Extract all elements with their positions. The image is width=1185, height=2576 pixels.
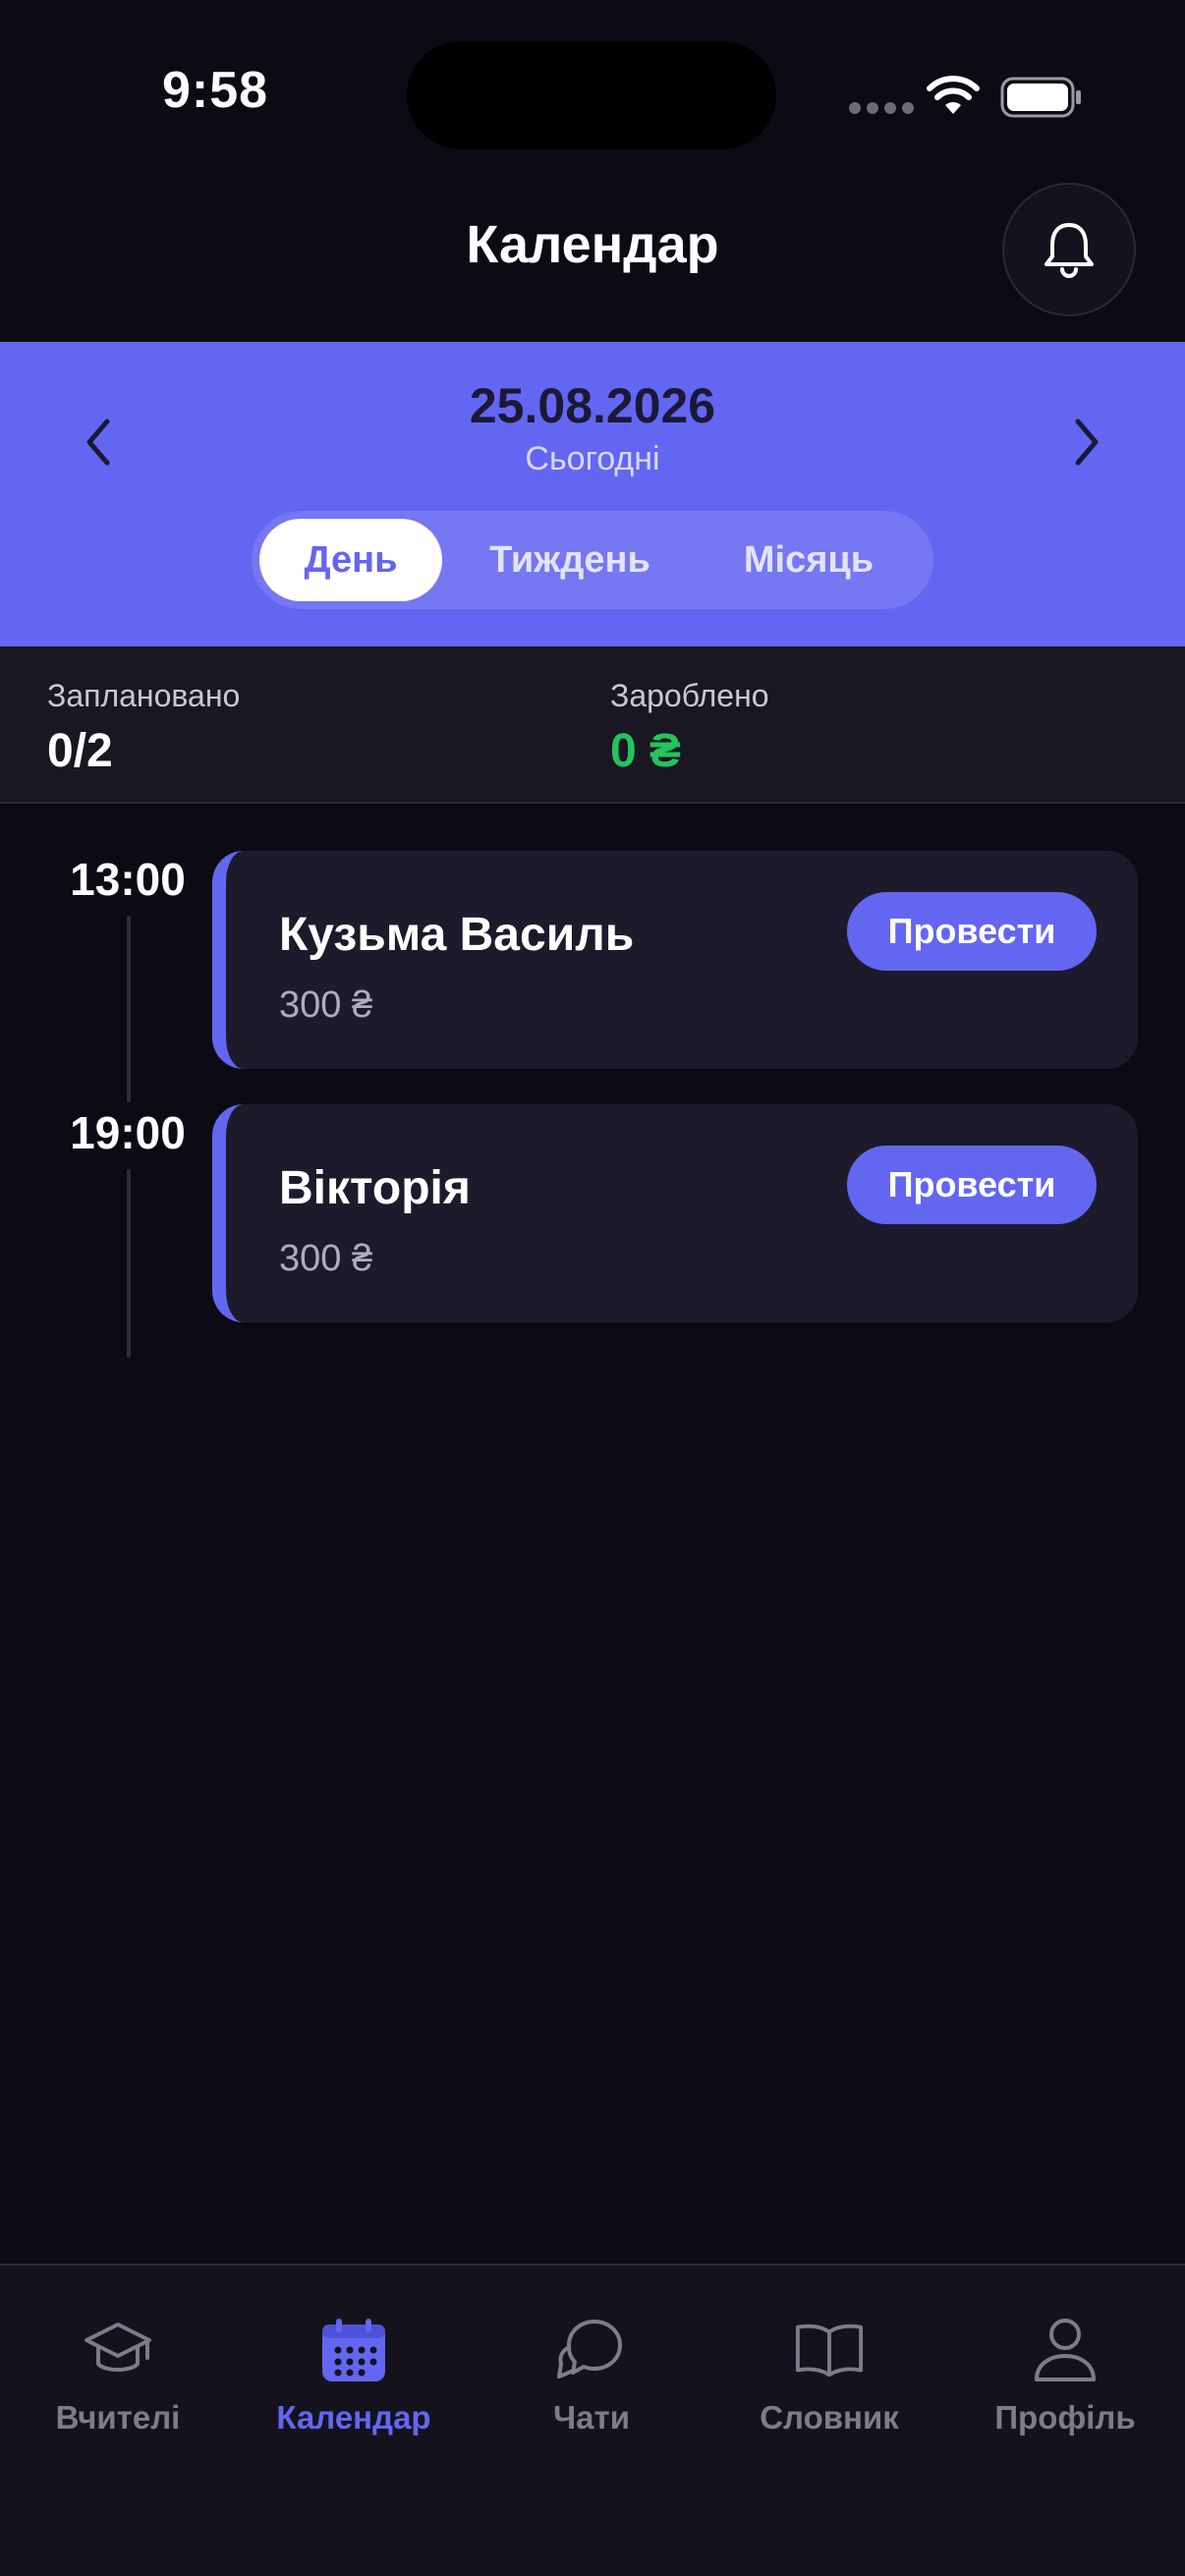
lesson-time: 13:00 xyxy=(70,854,186,905)
lesson-time: 19:00 xyxy=(70,1107,186,1158)
next-day-button[interactable] xyxy=(1047,403,1126,481)
earned-stat: Зароблено 0 ₴ xyxy=(610,678,769,778)
view-tab-day[interactable]: День xyxy=(259,519,442,601)
timeline-line xyxy=(127,916,131,1102)
timeline-line xyxy=(127,1169,131,1358)
lesson-card[interactable]: Вікторія 300 ₴ Провести xyxy=(212,1104,1138,1322)
bell-icon xyxy=(1044,223,1094,278)
book-icon xyxy=(795,2324,864,2378)
calendar-screen: 9:58 Календар 25.08.2026 Сьогодні День Т… xyxy=(0,0,1185,2576)
cellular-signal-icon xyxy=(849,102,914,114)
tab-profile[interactable]: Профіль xyxy=(967,2315,1163,2436)
planned-label: Заплановано xyxy=(47,678,241,713)
battery-icon xyxy=(1000,77,1081,118)
view-switcher: День Тиждень Місяць xyxy=(252,511,933,609)
earned-value: 0 ₴ xyxy=(610,725,682,777)
tab-label: Профіль xyxy=(994,2399,1136,2436)
tab-label: Вчителі xyxy=(55,2399,181,2436)
date-subtitle: Сьогодні xyxy=(525,440,660,477)
conduct-lesson-button[interactable]: Провести xyxy=(847,892,1097,971)
planned-value: 0/2 xyxy=(47,725,113,777)
dynamic-island xyxy=(407,41,776,149)
view-tab-month[interactable]: Місяць xyxy=(698,519,920,601)
chat-bubbles-icon xyxy=(557,2320,622,2379)
user-icon xyxy=(1035,2319,1096,2381)
lesson-price: 300 ₴ xyxy=(279,1238,373,1279)
student-name: Кузьма Василь xyxy=(279,909,635,961)
current-date: 25.08.2026 xyxy=(469,378,716,433)
tab-chats[interactable]: Чати xyxy=(493,2315,690,2436)
tab-label: Чати xyxy=(553,2399,630,2436)
status-time: 9:58 xyxy=(162,62,269,119)
graduation-cap-icon xyxy=(85,2323,151,2372)
tab-calendar[interactable]: Календар xyxy=(255,2315,452,2436)
calendar-icon xyxy=(322,2319,385,2381)
lesson-price: 300 ₴ xyxy=(279,984,373,1026)
chevron-right-icon xyxy=(1075,419,1099,466)
lesson-card[interactable]: Кузьма Василь 300 ₴ Провести xyxy=(212,851,1138,1069)
stats-bar: Заплановано 0/2 Зароблено 0 ₴ xyxy=(0,646,1185,804)
conduct-lesson-button[interactable]: Провести xyxy=(847,1146,1097,1224)
notifications-button[interactable] xyxy=(1002,183,1136,316)
wifi-icon xyxy=(927,76,980,114)
tab-dictionary[interactable]: Словник xyxy=(731,2315,928,2436)
view-tab-week[interactable]: Тиждень xyxy=(442,519,698,601)
tab-teachers[interactable]: Вчителі xyxy=(20,2315,216,2436)
planned-stat: Заплановано 0/2 xyxy=(47,678,240,778)
tab-label: Календар xyxy=(276,2399,431,2436)
tab-label: Словник xyxy=(760,2399,899,2436)
tab-bar: Вчителі Календар Чати Словник Профіль xyxy=(0,2264,1185,2576)
date-navigator: 25.08.2026 Сьогодні День Тиждень Місяць xyxy=(0,342,1185,646)
earned-label: Зароблено xyxy=(610,678,769,713)
student-name: Вікторія xyxy=(279,1162,471,1214)
